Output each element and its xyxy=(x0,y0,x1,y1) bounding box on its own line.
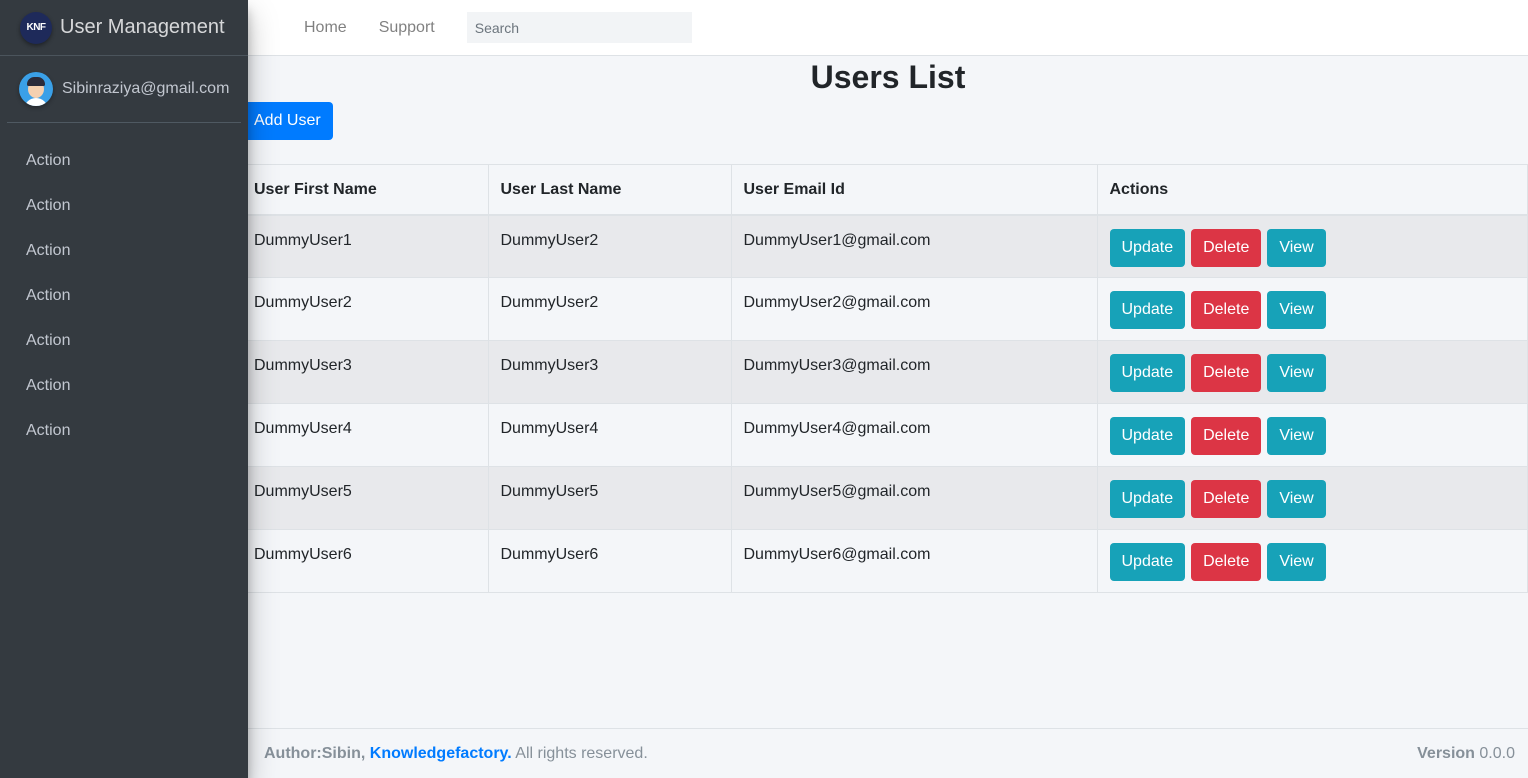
page-title: Users List xyxy=(810,59,966,95)
cell-email: DummyUser1@gmail.com xyxy=(730,214,1098,278)
delete-button[interactable]: Delete xyxy=(1191,291,1262,329)
table-row: DummyUser2 DummyUser2 DummyUser2@gmail.c… xyxy=(248,277,1528,341)
delete-button[interactable]: Delete xyxy=(1191,480,1262,518)
avatar xyxy=(19,72,53,106)
cell-email: DummyUser3@gmail.com xyxy=(730,340,1098,404)
sidebar-item-action-6[interactable]: Action xyxy=(0,363,248,408)
delete-button[interactable]: Delete xyxy=(1191,417,1262,455)
update-button[interactable]: Update xyxy=(1109,417,1186,455)
view-button[interactable]: View xyxy=(1267,228,1326,267)
nav-home-link[interactable]: Home xyxy=(304,19,347,37)
table-row: DummyUser4 DummyUser4 DummyUser4@gmail.c… xyxy=(248,403,1528,467)
table-header-row: User First Name User Last Name User Emai… xyxy=(248,164,1528,216)
header-first-name: User First Name xyxy=(248,164,489,216)
table-row: DummyUser1 DummyUser2 DummyUser1@gmail.c… xyxy=(248,214,1528,278)
sidebar-item-action-2[interactable]: Action xyxy=(0,183,248,228)
cell-actions: Update Delete View xyxy=(1096,214,1528,278)
footer-version: Version 0.0.0 xyxy=(1417,745,1515,763)
footer-author: Author:Sibin, xyxy=(264,744,366,762)
sidebar-item-action-4[interactable]: Action xyxy=(0,273,248,318)
header-actions: Actions xyxy=(1096,164,1528,216)
footer-rights: All rights reserved. xyxy=(515,744,648,762)
cell-actions: Update Delete View xyxy=(1096,340,1528,404)
table-row: DummyUser3 DummyUser3 DummyUser3@gmail.c… xyxy=(248,340,1528,404)
cell-email: DummyUser5@gmail.com xyxy=(730,466,1098,530)
brand-logo: KNF xyxy=(20,11,52,44)
cell-actions: Update Delete View xyxy=(1096,529,1528,593)
update-button[interactable]: Update xyxy=(1109,543,1186,581)
brand-link[interactable]: KNF User Management xyxy=(0,0,248,56)
view-button[interactable]: View xyxy=(1267,480,1326,518)
table-row: DummyUser5 DummyUser5 DummyUser5@gmail.c… xyxy=(248,466,1528,530)
add-user-button[interactable]: Add User xyxy=(242,102,333,140)
cell-first-name: DummyUser5 xyxy=(248,466,489,530)
version-label: Version xyxy=(1417,744,1475,762)
cell-email: DummyUser2@gmail.com xyxy=(730,277,1098,341)
delete-button[interactable]: Delete xyxy=(1191,543,1262,581)
cell-last-name: DummyUser3 xyxy=(487,340,732,404)
update-button[interactable]: Update xyxy=(1109,228,1186,267)
top-navbar: Home Support xyxy=(248,0,1528,56)
search-input[interactable] xyxy=(466,12,692,43)
users-table: User First Name User Last Name User Emai… xyxy=(248,164,1528,593)
update-button[interactable]: Update xyxy=(1109,480,1186,518)
cell-last-name: DummyUser2 xyxy=(487,277,732,341)
cell-actions: Update Delete View xyxy=(1096,403,1528,467)
sidebar-item-action-5[interactable]: Action xyxy=(0,318,248,363)
main-content: Users List Add User User First Name User… xyxy=(242,56,1528,728)
nav-support-link[interactable]: Support xyxy=(379,19,435,37)
user-panel: Sibinraziya@gmail.com xyxy=(7,56,241,123)
cell-email: DummyUser4@gmail.com xyxy=(730,403,1098,467)
footer-company-link[interactable]: Knowledgefactory. xyxy=(370,745,512,762)
footer-credits: Author:Sibin, Knowledgefactory. All righ… xyxy=(264,745,648,763)
cell-first-name: DummyUser3 xyxy=(248,340,489,404)
cell-last-name: DummyUser6 xyxy=(487,529,732,593)
user-email-link[interactable]: Sibinraziya@gmail.com xyxy=(62,80,229,98)
header-email: User Email Id xyxy=(730,164,1098,216)
cell-actions: Update Delete View xyxy=(1096,277,1528,341)
view-button[interactable]: View xyxy=(1267,291,1326,329)
view-button[interactable]: View xyxy=(1267,354,1326,392)
footer: Author:Sibin, Knowledgefactory. All righ… xyxy=(248,728,1528,778)
sidebar: KNF User Management Sibinraziya@gmail.co… xyxy=(0,0,248,778)
cell-first-name: DummyUser6 xyxy=(248,529,489,593)
table-row: DummyUser6 DummyUser6 DummyUser6@gmail.c… xyxy=(248,529,1528,593)
cell-first-name: DummyUser1 xyxy=(248,214,489,278)
cell-last-name: DummyUser2 xyxy=(487,214,732,278)
cell-last-name: DummyUser4 xyxy=(487,403,732,467)
sidebar-item-action-7[interactable]: Action xyxy=(0,408,248,453)
view-button[interactable]: View xyxy=(1267,543,1326,581)
sidebar-nav: Action Action Action Action Action Actio… xyxy=(0,138,248,453)
sidebar-item-action-1[interactable]: Action xyxy=(0,138,248,183)
cell-first-name: DummyUser2 xyxy=(248,277,489,341)
update-button[interactable]: Update xyxy=(1109,291,1186,329)
version-number: 0.0.0 xyxy=(1479,744,1515,762)
update-button[interactable]: Update xyxy=(1109,354,1186,392)
delete-button[interactable]: Delete xyxy=(1191,354,1262,392)
cell-actions: Update Delete View xyxy=(1096,466,1528,530)
cell-first-name: DummyUser4 xyxy=(248,403,489,467)
cell-last-name: DummyUser5 xyxy=(487,466,732,530)
cell-email: DummyUser6@gmail.com xyxy=(730,529,1098,593)
view-button[interactable]: View xyxy=(1267,417,1326,455)
delete-button[interactable]: Delete xyxy=(1191,228,1262,267)
header-last-name: User Last Name xyxy=(487,164,732,216)
sidebar-item-action-3[interactable]: Action xyxy=(0,228,248,273)
brand-title: User Management xyxy=(60,16,225,38)
